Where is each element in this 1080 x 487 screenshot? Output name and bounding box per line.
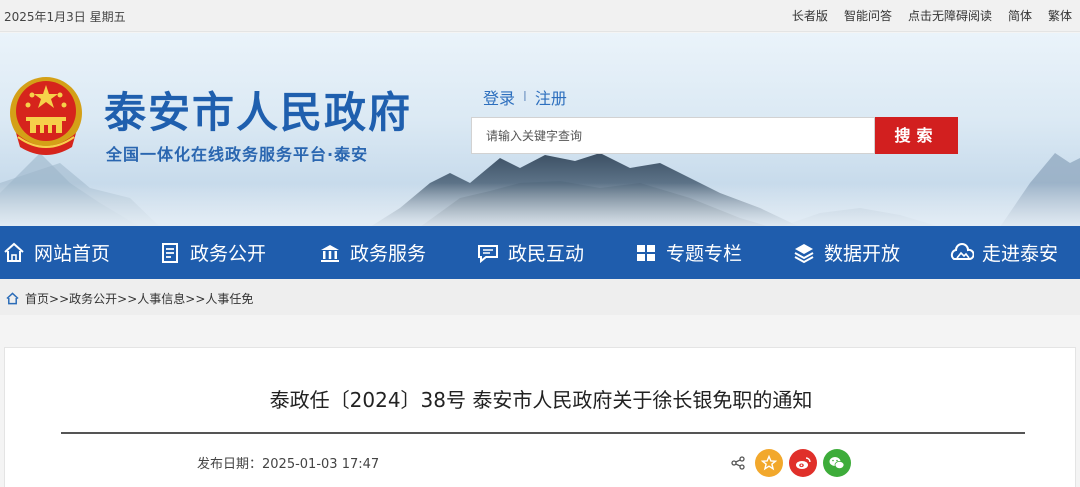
wechat-icon (829, 457, 845, 469)
nav-item-label: 数据开放 (824, 243, 901, 265)
nav-item-about-taian[interactable]: 走进泰安 (950, 226, 1058, 279)
register-link[interactable]: 注册 (535, 85, 567, 109)
article-title: 泰政任〔2024〕38号 泰安市人民政府关于徐长银免职的通知 (269, 388, 813, 412)
share-icon[interactable] (731, 456, 745, 470)
breadcrumb-separator: >> (117, 291, 138, 306)
article-panel: 泰政任〔2024〕38号 泰安市人民政府关于徐长银免职的通知 发布日期：2025… (4, 347, 1076, 487)
auth-links: 登录 I 注册 (483, 85, 567, 109)
auth-separator: I (523, 89, 527, 105)
publish-date-value: 2025-01-03 17:47 (262, 457, 380, 472)
elder-mode-link[interactable]: 长者版 (792, 7, 828, 24)
breadcrumb: 首页 >> 政务公开 >> 人事信息 >> 人事任免 (6, 290, 253, 307)
document-icon (158, 241, 182, 265)
breadcrumb-appointments[interactable]: 人事任免 (205, 290, 253, 307)
favorite-button[interactable] (755, 449, 783, 477)
breadcrumb-separator: >> (49, 291, 70, 306)
nav-item-home[interactable]: 网站首页 (2, 226, 110, 279)
breadcrumb-home[interactable]: 首页 (25, 290, 49, 307)
publish-date-label: 发布日期： (197, 457, 263, 472)
nav-item-label: 专题专栏 (666, 243, 743, 265)
share-wechat-button[interactable] (823, 449, 851, 477)
main-nav: 网站首页 政务公开 政务服务 政民互动 专题专栏 数据开放 走进泰安 (0, 226, 1080, 279)
site-title: 泰安市人民政府 (104, 88, 413, 137)
top-bar: 2025年1月3日 星期五 长者版 智能问答 点击无障碍阅读 简体 繁体 (0, 0, 1080, 32)
home-icon (2, 241, 26, 265)
breadcrumb-personnel-info[interactable]: 人事信息 (137, 290, 185, 307)
share-weibo-button[interactable] (789, 449, 817, 477)
nav-item-label: 网站首页 (34, 243, 111, 265)
accessibility-link[interactable]: 点击无障碍阅读 (908, 7, 992, 24)
search-input[interactable] (472, 118, 874, 153)
current-date: 2025年1月3日 星期五 (4, 10, 126, 24)
search-box (471, 117, 875, 154)
nav-item-open-data[interactable]: 数据开放 (792, 226, 900, 279)
weibo-icon (796, 457, 811, 469)
government-building-icon (318, 241, 342, 265)
publish-date: 发布日期：2025-01-03 17:47 (197, 453, 379, 472)
smart-qa-link[interactable]: 智能问答 (844, 7, 892, 24)
chat-icon (476, 241, 500, 265)
site-subtitle: 全国一体化在线政务服务平台·泰安 (106, 145, 369, 164)
header-banner: 泰安市人民政府 全国一体化在线政务服务平台·泰安 登录 I 注册 搜索 (0, 33, 1080, 227)
book-icon (634, 241, 658, 265)
layers-icon (792, 241, 816, 265)
title-divider (61, 432, 1025, 434)
top-links: 长者版 智能问答 点击无障碍阅读 简体 繁体 (792, 7, 1072, 24)
nav-item-gov-affairs[interactable]: 政务公开 (158, 226, 266, 279)
search-button[interactable]: 搜索 (875, 117, 958, 154)
login-link[interactable]: 登录 (483, 85, 515, 109)
breadcrumb-gov-affairs[interactable]: 政务公开 (69, 290, 117, 307)
simplified-chinese-link[interactable]: 简体 (1008, 7, 1032, 24)
nav-item-label: 走进泰安 (982, 243, 1059, 265)
nav-item-label: 政民互动 (508, 243, 585, 265)
nav-item-interaction[interactable]: 政民互动 (476, 226, 584, 279)
home-icon (6, 292, 19, 305)
breadcrumb-separator: >> (185, 291, 206, 306)
breadcrumb-bar: 首页 >> 政务公开 >> 人事信息 >> 人事任免 (0, 279, 1080, 315)
nav-item-gov-services[interactable]: 政务服务 (318, 226, 426, 279)
star-icon (761, 455, 777, 471)
share-bar (731, 449, 851, 477)
nav-item-label: 政务服务 (350, 243, 427, 265)
national-emblem-logo (10, 77, 82, 155)
cloud-mountain-icon (950, 241, 975, 265)
traditional-chinese-link[interactable]: 繁体 (1048, 7, 1072, 24)
nav-item-special-topics[interactable]: 专题专栏 (634, 226, 742, 279)
nav-item-label: 政务公开 (190, 243, 267, 265)
